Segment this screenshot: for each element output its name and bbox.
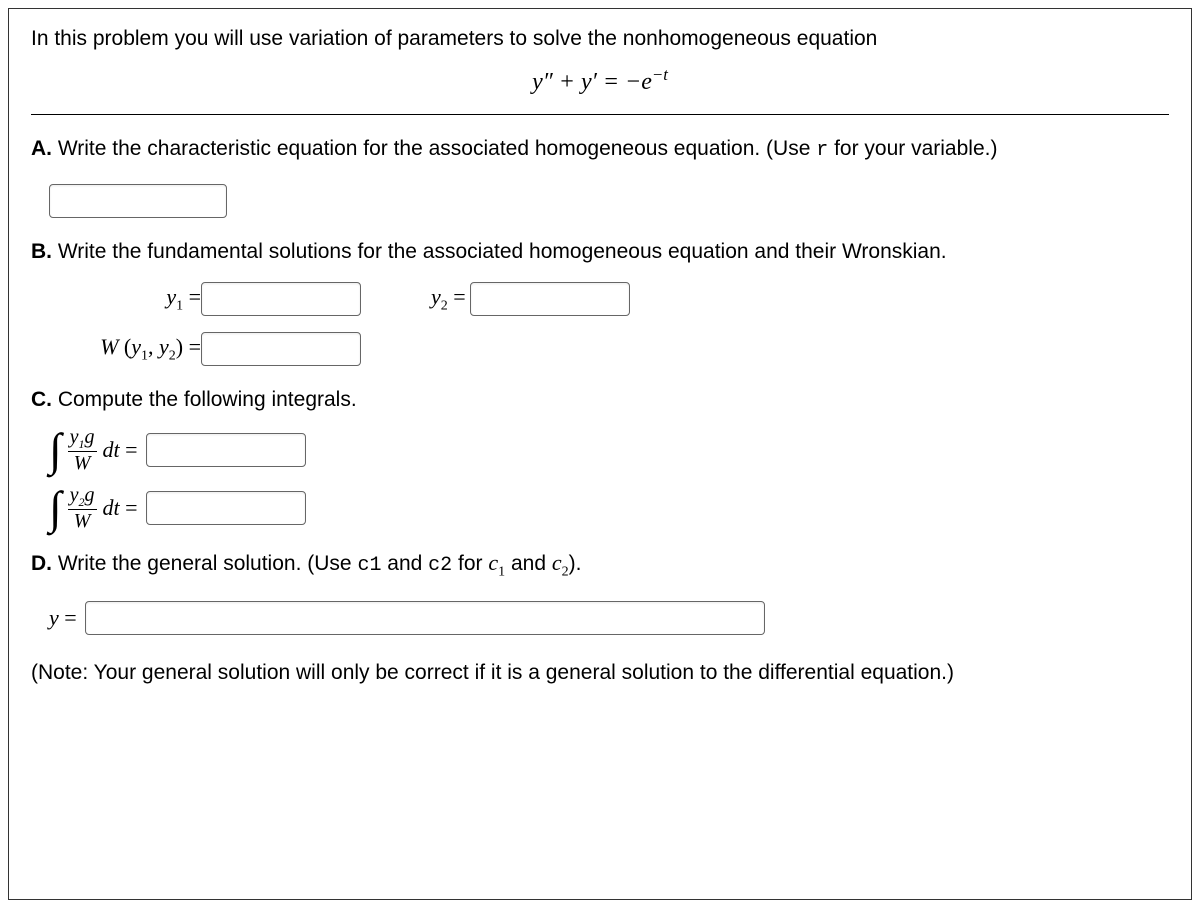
integral-1-expression: ∫ y1g W dt = (49, 426, 138, 474)
y2-label: y2 = (431, 284, 466, 314)
part-a-text2: for your variable.) (828, 137, 997, 160)
part-d-label: D. (31, 552, 52, 575)
note-text: (Note: Your general solution will only b… (31, 661, 1169, 685)
integral-2-input[interactable] (146, 491, 306, 525)
code-c1: c1 (357, 554, 381, 577)
integral-2-expression: ∫ y2g W dt = (49, 484, 138, 532)
integral-sign-icon: ∫ (49, 485, 62, 531)
main-equation: y″ + y′ = −e−t (31, 65, 1169, 96)
y1-input[interactable] (201, 282, 361, 316)
part-b-text: Write the fundamental solutions for the … (52, 240, 947, 263)
integral-1-row: ∫ y1g W dt = (49, 426, 1169, 474)
code-c2: c2 (428, 554, 452, 577)
y2-input[interactable] (470, 282, 630, 316)
part-d-close: ). (569, 552, 582, 575)
part-d-and2: and (505, 552, 552, 575)
part-d-text2: for (452, 552, 488, 575)
wronskian-input[interactable] (201, 332, 361, 366)
general-solution-row: y = (49, 601, 1169, 635)
characteristic-equation-input[interactable] (49, 184, 227, 218)
part-c: C. Compute the following integrals. ∫ y1… (31, 388, 1169, 532)
general-solution-input[interactable] (85, 601, 765, 635)
part-a: A. Write the characteristic equation for… (31, 137, 1169, 218)
part-b-label: B. (31, 240, 52, 263)
integral-1-input[interactable] (146, 433, 306, 467)
y1-label: y1 = (31, 284, 201, 314)
part-a-code-r: r (816, 139, 828, 162)
part-d-mid: and (381, 552, 428, 575)
y-equals-label: y = (49, 605, 77, 631)
part-b: B. Write the fundamental solutions for t… (31, 240, 1169, 366)
wronskian-label: W (y1, y2) = (31, 334, 201, 364)
equation-content: y″ + y′ = −e−t (532, 69, 668, 95)
problem-container: In this problem you will use variation o… (8, 8, 1192, 900)
separator-line (31, 114, 1169, 115)
part-d-text1: Write the general solution. (Use (52, 552, 357, 575)
part-d: D. Write the general solution. (Use c1 a… (31, 550, 1169, 634)
integral-sign-icon: ∫ (49, 427, 62, 473)
part-c-label: C. (31, 388, 52, 411)
integral-2-row: ∫ y2g W dt = (49, 484, 1169, 532)
part-a-label: A. (31, 137, 52, 160)
part-c-text: Compute the following integrals. (52, 388, 357, 411)
intro-text: In this problem you will use variation o… (31, 27, 1169, 51)
part-a-text1: Write the characteristic equation for th… (52, 137, 816, 160)
